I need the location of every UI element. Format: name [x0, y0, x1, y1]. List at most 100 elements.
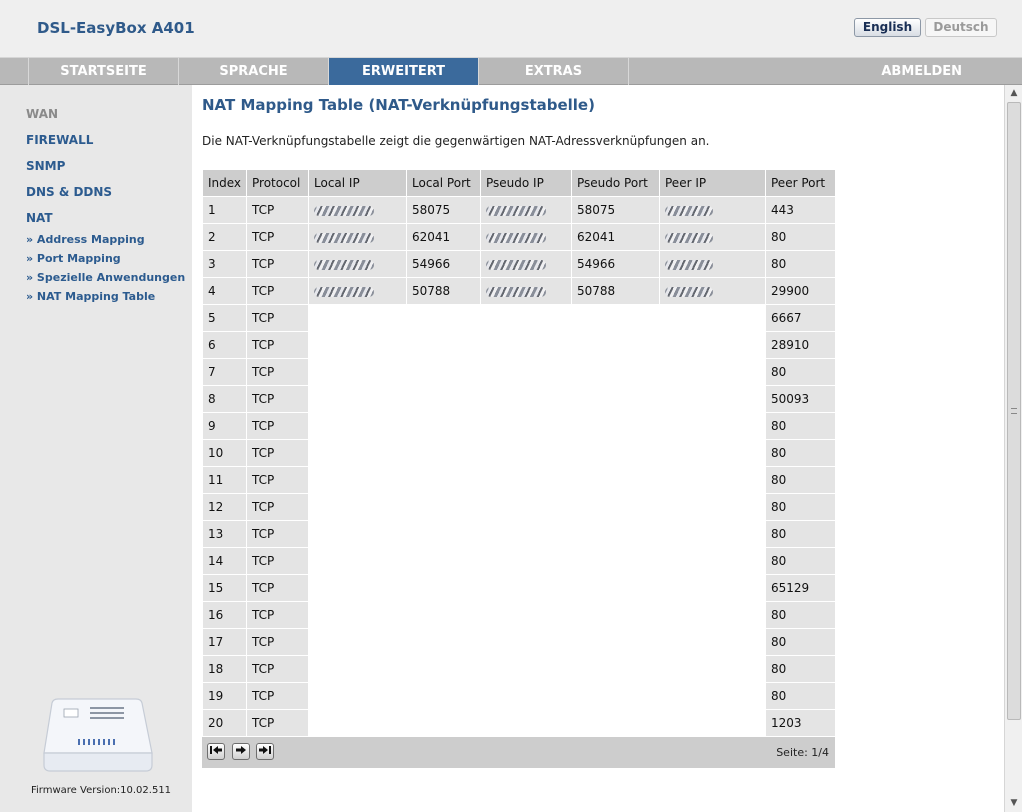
cell-protocol: TCP: [246, 196, 309, 224]
cell-pseudo-ip: [480, 412, 572, 440]
redacted-ip: [665, 232, 713, 243]
cell-local-ip: [308, 709, 407, 737]
cell-protocol: TCP: [246, 358, 309, 386]
cell-pseudo-port: 62041: [571, 223, 660, 251]
cell-protocol: TCP: [246, 628, 309, 656]
redacted-ip: [314, 232, 374, 243]
cell-protocol: TCP: [246, 493, 309, 521]
cell-index: 17: [202, 628, 247, 656]
cell-local-port: [406, 493, 481, 521]
nav-erweitert[interactable]: ERWEITERT: [328, 58, 478, 85]
scroll-up-icon[interactable]: ▲: [1008, 87, 1020, 99]
cell-index: 10: [202, 439, 247, 467]
cell-local-ip: [308, 655, 407, 683]
table-row: 20 TCP 1203: [202, 709, 836, 737]
sidebar-item-snmp[interactable]: SNMP: [26, 159, 65, 173]
sidebar-item-nat[interactable]: NAT: [26, 211, 53, 225]
cell-peer-port: 80: [765, 493, 836, 521]
cell-local-port: [406, 385, 481, 413]
cell-local-ip: [308, 547, 407, 575]
table-row: 11 TCP 80: [202, 466, 836, 494]
cell-peer-port: 80: [765, 547, 836, 575]
deutsch-button[interactable]: Deutsch: [925, 18, 997, 37]
redacted-ip: [314, 286, 374, 297]
cell-protocol: TCP: [246, 547, 309, 575]
sidebar-sub-address-mapping[interactable]: » Address Mapping: [26, 233, 145, 246]
sidebar-item-firewall[interactable]: FIREWALL: [26, 133, 93, 147]
cell-pseudo-ip: [480, 628, 572, 656]
cell-peer-port: 80: [765, 466, 836, 494]
cell-local-port: [406, 439, 481, 467]
firmware-version: Firmware Version:10.02.511: [31, 785, 172, 796]
sidebar-sub-spezielle-anwendungen[interactable]: » Spezielle Anwendungen: [26, 271, 185, 284]
cell-pseudo-port: [571, 574, 660, 602]
cell-index: 13: [202, 520, 247, 548]
sidebar-item-wan[interactable]: WAN: [26, 107, 58, 121]
cell-local-port: [406, 547, 481, 575]
table-row: 1 TCP 58075 58075 443: [202, 196, 836, 224]
cell-protocol: TCP: [246, 223, 309, 251]
cell-peer-port: 1203: [765, 709, 836, 737]
cell-index: 4: [202, 277, 247, 305]
cell-peer-port: 28910: [765, 331, 836, 359]
cell-pseudo-port: [571, 304, 660, 332]
cell-local-ip: [308, 196, 407, 224]
cell-index: 3: [202, 250, 247, 278]
cell-pseudo-port: [571, 385, 660, 413]
page-title: NAT Mapping Table (NAT-Verknüpfungstabel…: [202, 96, 595, 114]
scroll-down-icon[interactable]: ▼: [1008, 797, 1020, 809]
sidebar-item-dns-ddns[interactable]: DNS & DDNS: [26, 185, 112, 199]
sidebar: WAN FIREWALL SNMP DNS & DDNS NAT » Addre…: [0, 85, 192, 812]
cell-index: 8: [202, 385, 247, 413]
table-row: 2 TCP 62041 62041 80: [202, 223, 836, 251]
page-indicator: Seite: 1/4: [776, 746, 829, 759]
cell-local-port: [406, 601, 481, 629]
cell-pseudo-ip: [480, 304, 572, 332]
nav-abmelden[interactable]: ABMELDEN: [628, 58, 1022, 85]
english-button[interactable]: English: [854, 18, 921, 37]
cell-peer-ip: [659, 493, 766, 521]
redacted-ip: [665, 205, 713, 216]
table-row: 9 TCP 80: [202, 412, 836, 440]
nav-extras[interactable]: EXTRAS: [478, 58, 628, 85]
cell-peer-ip: [659, 196, 766, 224]
cell-local-port: [406, 574, 481, 602]
nav-startseite[interactable]: STARTSEITE: [28, 58, 178, 85]
sidebar-sub-port-mapping[interactable]: » Port Mapping: [26, 252, 121, 265]
cell-local-ip: [308, 466, 407, 494]
main-content: NAT Mapping Table (NAT-Verknüpfungstabel…: [192, 85, 1004, 812]
col-header: Local IP: [308, 169, 407, 197]
grip-icon: [1011, 408, 1017, 414]
cell-local-port: 54966: [406, 250, 481, 278]
table-row: 3 TCP 54966 54966 80: [202, 250, 836, 278]
first-page-button[interactable]: [207, 743, 225, 760]
vertical-scrollbar[interactable]: ▲ ▼: [1004, 85, 1022, 812]
cell-pseudo-ip: [480, 331, 572, 359]
cell-index: 1: [202, 196, 247, 224]
next-page-button[interactable]: [232, 743, 250, 760]
table-row: 17 TCP 80: [202, 628, 836, 656]
cell-index: 20: [202, 709, 247, 737]
table-pager: Seite: 1/4: [202, 737, 835, 768]
table-row: 19 TCP 80: [202, 682, 836, 710]
cell-local-ip: [308, 250, 407, 278]
cell-peer-port: 6667: [765, 304, 836, 332]
scroll-thumb[interactable]: [1007, 102, 1021, 720]
last-page-button[interactable]: [256, 743, 274, 760]
cell-local-ip: [308, 439, 407, 467]
redacted-ip: [486, 232, 546, 243]
col-header: Local Port: [406, 169, 481, 197]
table-row: 10 TCP 80: [202, 439, 836, 467]
sidebar-sub-nat-mapping-table[interactable]: » NAT Mapping Table: [26, 290, 155, 303]
cell-index: 15: [202, 574, 247, 602]
cell-protocol: TCP: [246, 439, 309, 467]
cell-peer-ip: [659, 223, 766, 251]
cell-peer-port: 80: [765, 628, 836, 656]
cell-local-ip: [308, 601, 407, 629]
first-page-icon: [210, 746, 222, 754]
nav-sprache[interactable]: SPRACHE: [178, 58, 328, 85]
cell-pseudo-ip: [480, 439, 572, 467]
cell-local-port: [406, 682, 481, 710]
cell-pseudo-ip: [480, 655, 572, 683]
cell-local-port: [406, 304, 481, 332]
